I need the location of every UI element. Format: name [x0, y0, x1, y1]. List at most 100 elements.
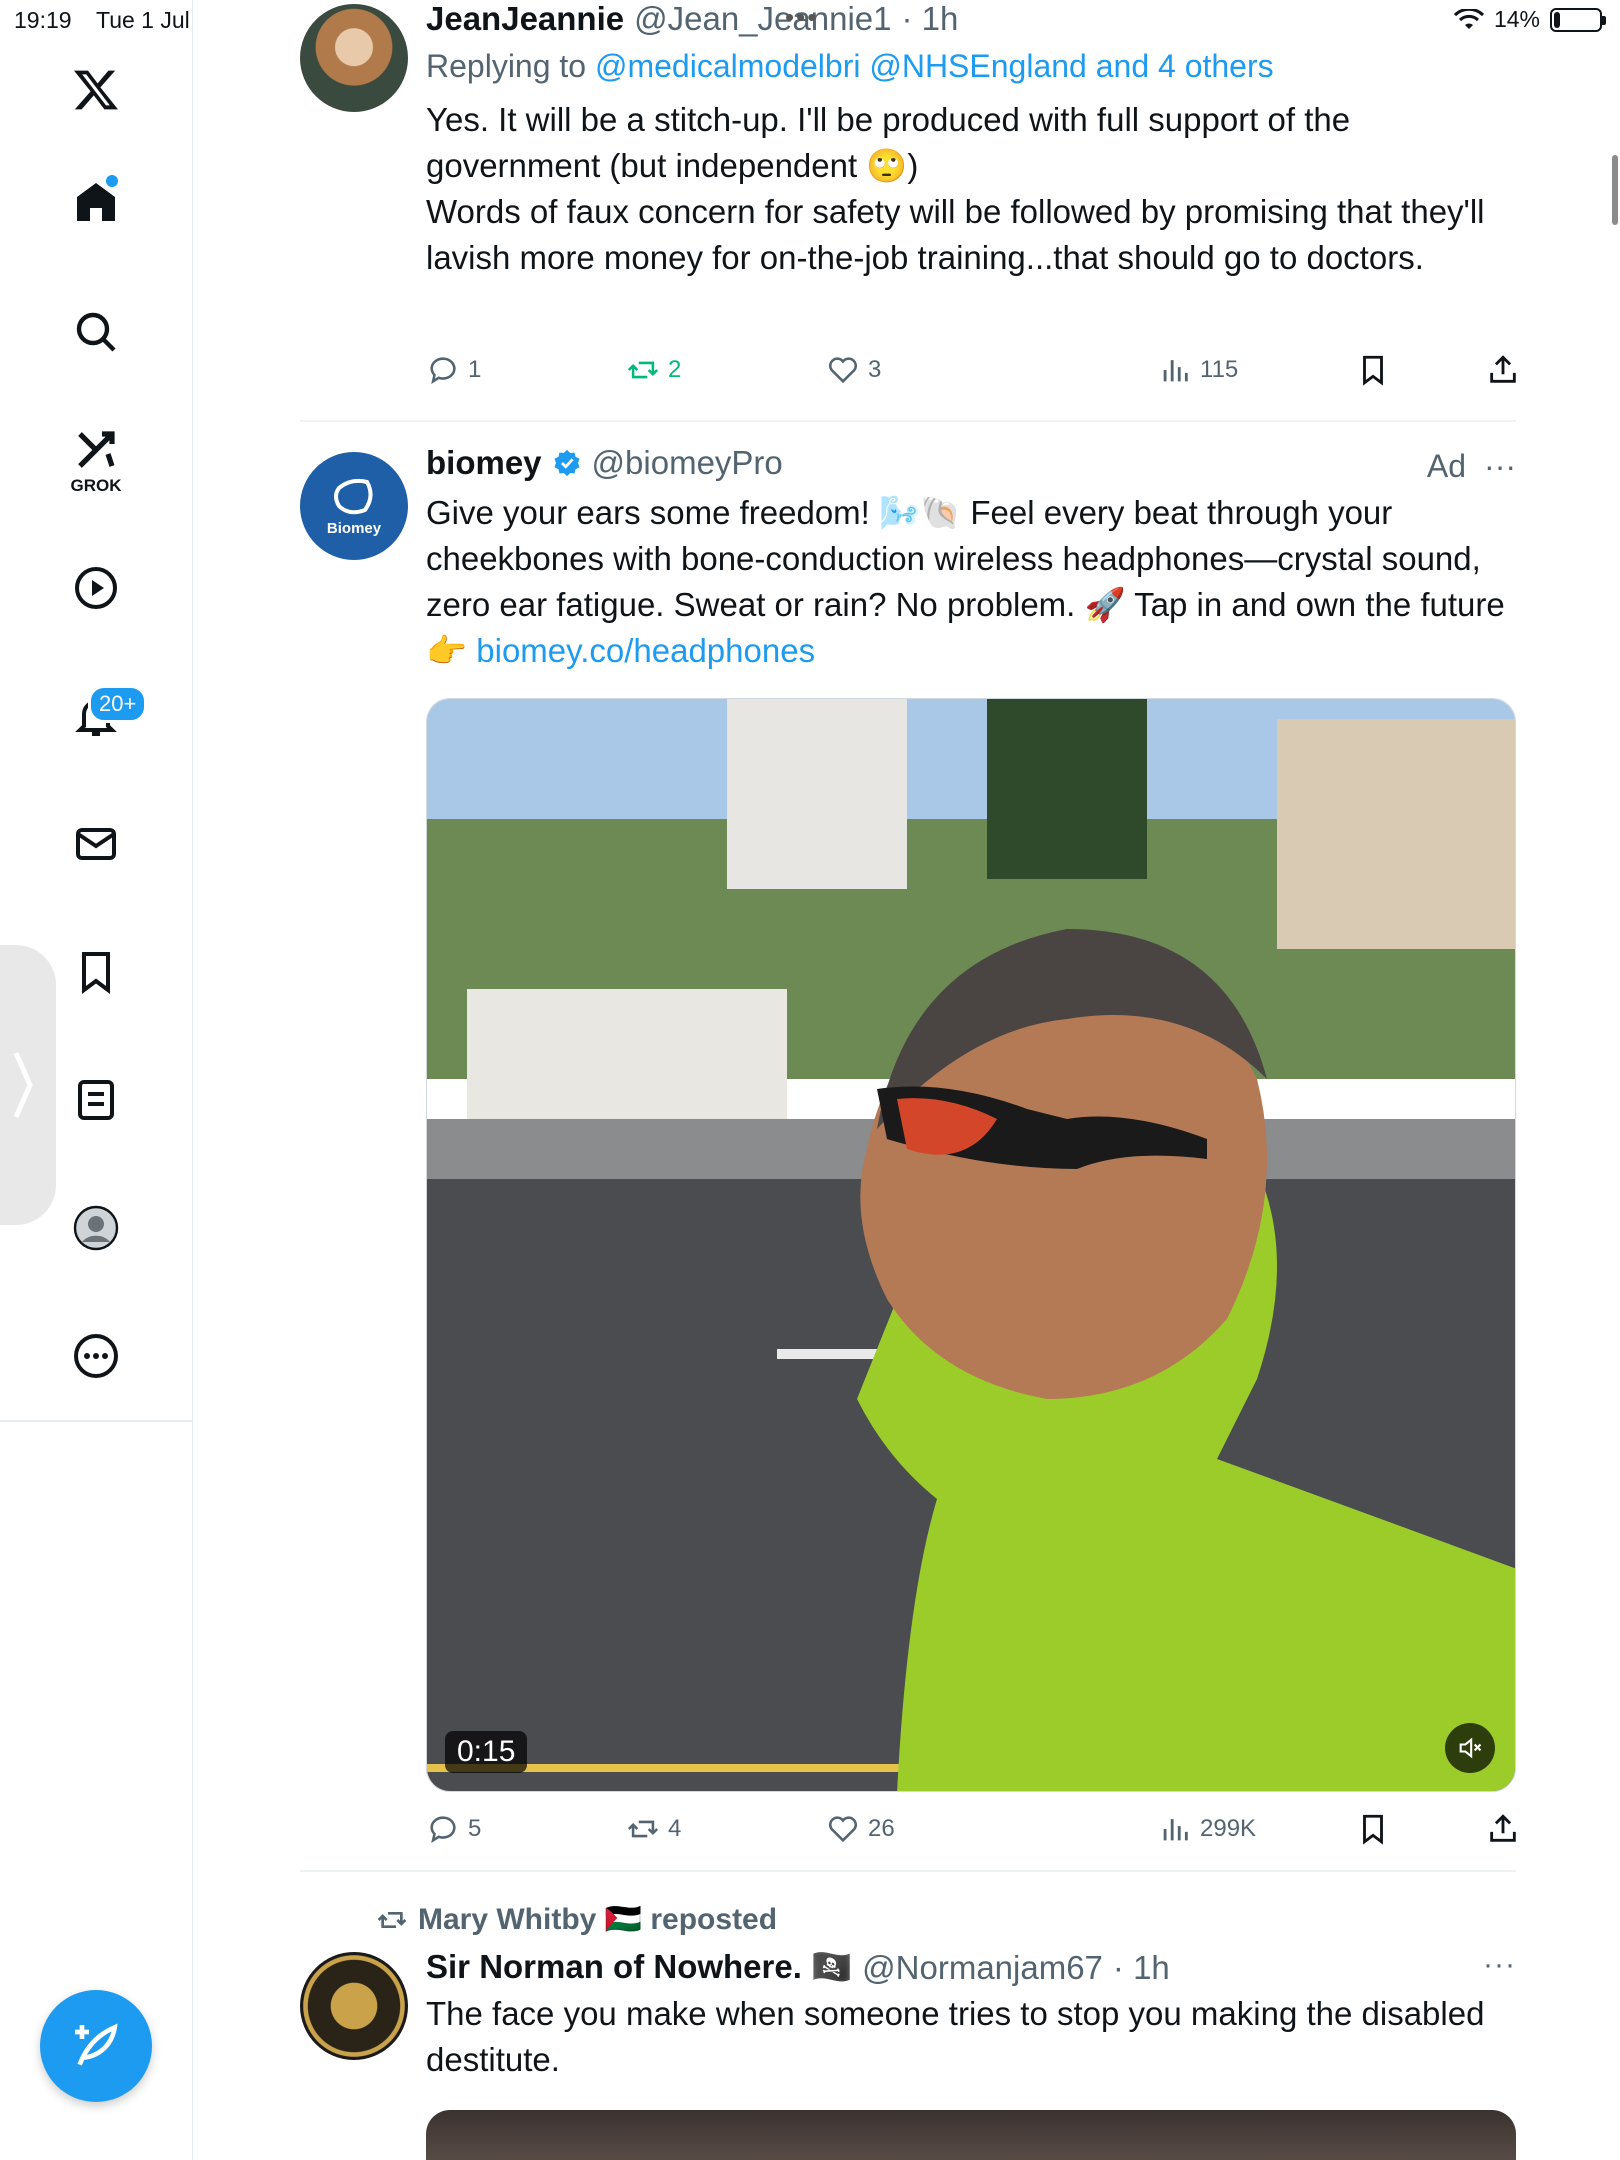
tweet-time: · 1h [1112, 1948, 1170, 1986]
wifi-icon [1453, 8, 1484, 29]
sidebar-expand-handle[interactable] [0, 945, 56, 1225]
repost-context: Mary Whitby 🇵🇸 reposted [376, 1902, 777, 1937]
repost-button[interactable]: 2 [626, 353, 681, 387]
reply-context: Replying to @medicalmodelbri @NHSEngland… [426, 48, 1516, 85]
share-button[interactable] [1486, 353, 1520, 387]
author-name[interactable]: biomey [426, 444, 542, 482]
reply-count: 1 [468, 356, 482, 383]
scrollbar[interactable] [1612, 155, 1618, 225]
home-icon[interactable] [56, 162, 136, 242]
tweet-divider [300, 420, 1516, 422]
ad-tag: Ad ··· [1427, 448, 1516, 485]
share-upload-icon [1490, 355, 1516, 383]
avatar[interactable]: Biomey [300, 452, 408, 560]
tweet-text: Yes. It will be a stitch-up. I'll be pro… [426, 97, 1516, 281]
video-player[interactable]: 0:15 [426, 698, 1516, 1792]
media-preview[interactable] [426, 2110, 1516, 2160]
verified-badge-icon [554, 449, 580, 477]
reply-to-link[interactable]: @medicalmodelbri @NHSEngland and 4 other… [595, 48, 1274, 84]
repost-icon [627, 361, 659, 379]
speaker-muted-icon [1459, 1737, 1482, 1759]
repost-button[interactable]: 4 [626, 1812, 681, 1846]
avatar[interactable] [300, 1952, 408, 2060]
tweet-body: biomey @biomeyPro Ad ··· Give your ears … [426, 444, 1516, 674]
repost-icon [377, 1911, 407, 1928]
reply-prefix: Replying to [426, 48, 587, 84]
bookmark-button[interactable] [1356, 353, 1390, 387]
author-handle[interactable]: @biomeyPro [592, 444, 783, 482]
reposted-by[interactable]: Mary Whitby 🇵🇸 reposted [418, 1902, 777, 1937]
tweet-text-line-1: Yes. It will be a stitch-up. I'll be pro… [426, 101, 1351, 184]
bookmarks-icon[interactable] [56, 932, 136, 1012]
multitasking-dots-icon[interactable]: ••• [785, 2, 818, 33]
more-options-icon[interactable]: ··· [1484, 448, 1516, 485]
tweet-body: JeanJeannie @Jean_Jeannie1 · 1h Replying… [426, 0, 1516, 281]
status-date: Tue 1 Jul [96, 7, 190, 33]
reply-button[interactable]: 1 [426, 353, 481, 387]
tweet-text: Give your ears some freedom! 🌬️🐚 Feel ev… [426, 490, 1516, 674]
status-time: 19:19 [14, 7, 72, 33]
battery-icon [1550, 7, 1606, 32]
views-chart-icon [1163, 1819, 1188, 1841]
views-chart-icon [1163, 360, 1188, 382]
reply-count: 5 [468, 1815, 482, 1842]
home-unread-dot [106, 175, 118, 187]
tweet-link[interactable]: biomey.co/headphones [476, 632, 815, 669]
tweet-body: Sir Norman of Nowhere. 🏴‍☠️ @Normanjam67… [426, 1948, 1516, 2083]
tweet-header: biomey @biomeyPro [426, 444, 1516, 482]
battery-percent: 14% [1493, 6, 1540, 32]
video-thumbnail [427, 699, 1515, 1791]
heart-icon [828, 1816, 858, 1843]
tweet-actions: 5 4 26 299K [426, 1812, 1516, 1856]
compose-feather-icon [75, 2023, 118, 2066]
chevron-right-icon [13, 1051, 33, 1119]
share-button[interactable] [1486, 1812, 1520, 1846]
grok-label: GROK [70, 476, 122, 495]
status-bar: 19:19 Tue 1 Jul ••• 14% [0, 0, 1620, 40]
repost-count: 4 [668, 1815, 682, 1842]
reply-button[interactable]: 5 [426, 1812, 481, 1846]
status-right: 14% [1453, 6, 1606, 33]
bookmark-icon [1363, 1814, 1383, 1845]
lists-icon[interactable] [56, 1060, 136, 1140]
tweet-divider [300, 1870, 1516, 1872]
biomey-logo-icon [334, 478, 373, 514]
like-count: 26 [868, 1815, 895, 1842]
battery-fill [1554, 11, 1560, 28]
views-button[interactable]: 115 [1158, 353, 1238, 387]
avatar-label: Biomey [326, 519, 382, 537]
reply-icon [430, 357, 456, 385]
tweet-actions: 1 2 3 115 [426, 353, 1516, 397]
compose-post-button[interactable] [40, 1990, 152, 2102]
search-icon[interactable] [56, 292, 136, 372]
video-play-icon[interactable] [56, 548, 136, 628]
profile-avatar-icon[interactable] [56, 1188, 136, 1268]
more-options-icon[interactable] [56, 1316, 136, 1396]
like-count: 3 [868, 356, 882, 383]
bookmark-button[interactable] [1356, 1812, 1390, 1846]
repost-icon [627, 1820, 659, 1838]
views-button[interactable]: 299K [1158, 1812, 1256, 1846]
tweet-text-line-2: Words of faux concern for safety will be… [426, 193, 1485, 276]
ad-label: Ad [1426, 448, 1467, 484]
x-logo-icon[interactable] [56, 50, 136, 130]
views-count: 115 [1200, 356, 1239, 383]
sidebar-divider [0, 1420, 193, 1422]
tweet-header: Sir Norman of Nowhere. 🏴‍☠️ @Normanjam67… [426, 1948, 1516, 1987]
like-button[interactable]: 26 [826, 1812, 895, 1846]
mute-button[interactable] [1445, 1723, 1495, 1773]
sidebar: GROK 20+ [0, 0, 193, 2160]
video-duration: 0:15 [445, 1731, 528, 1773]
notifications-badge: 20+ [88, 685, 148, 723]
bookmark-icon [1363, 355, 1383, 386]
reply-icon [430, 1816, 456, 1844]
more-options-icon[interactable]: ··· [1483, 1948, 1516, 1982]
messages-mail-icon[interactable] [56, 804, 136, 884]
author-handle[interactable]: @Normanjam67 [862, 1949, 1103, 1987]
share-upload-icon [1490, 1814, 1516, 1842]
author-name[interactable]: Sir Norman of Nowhere. 🏴‍☠️ [426, 1948, 852, 1987]
heart-icon [828, 357, 858, 384]
views-count: 299K [1200, 1815, 1257, 1842]
like-button[interactable]: 3 [826, 353, 881, 387]
repost-count: 2 [668, 356, 682, 383]
